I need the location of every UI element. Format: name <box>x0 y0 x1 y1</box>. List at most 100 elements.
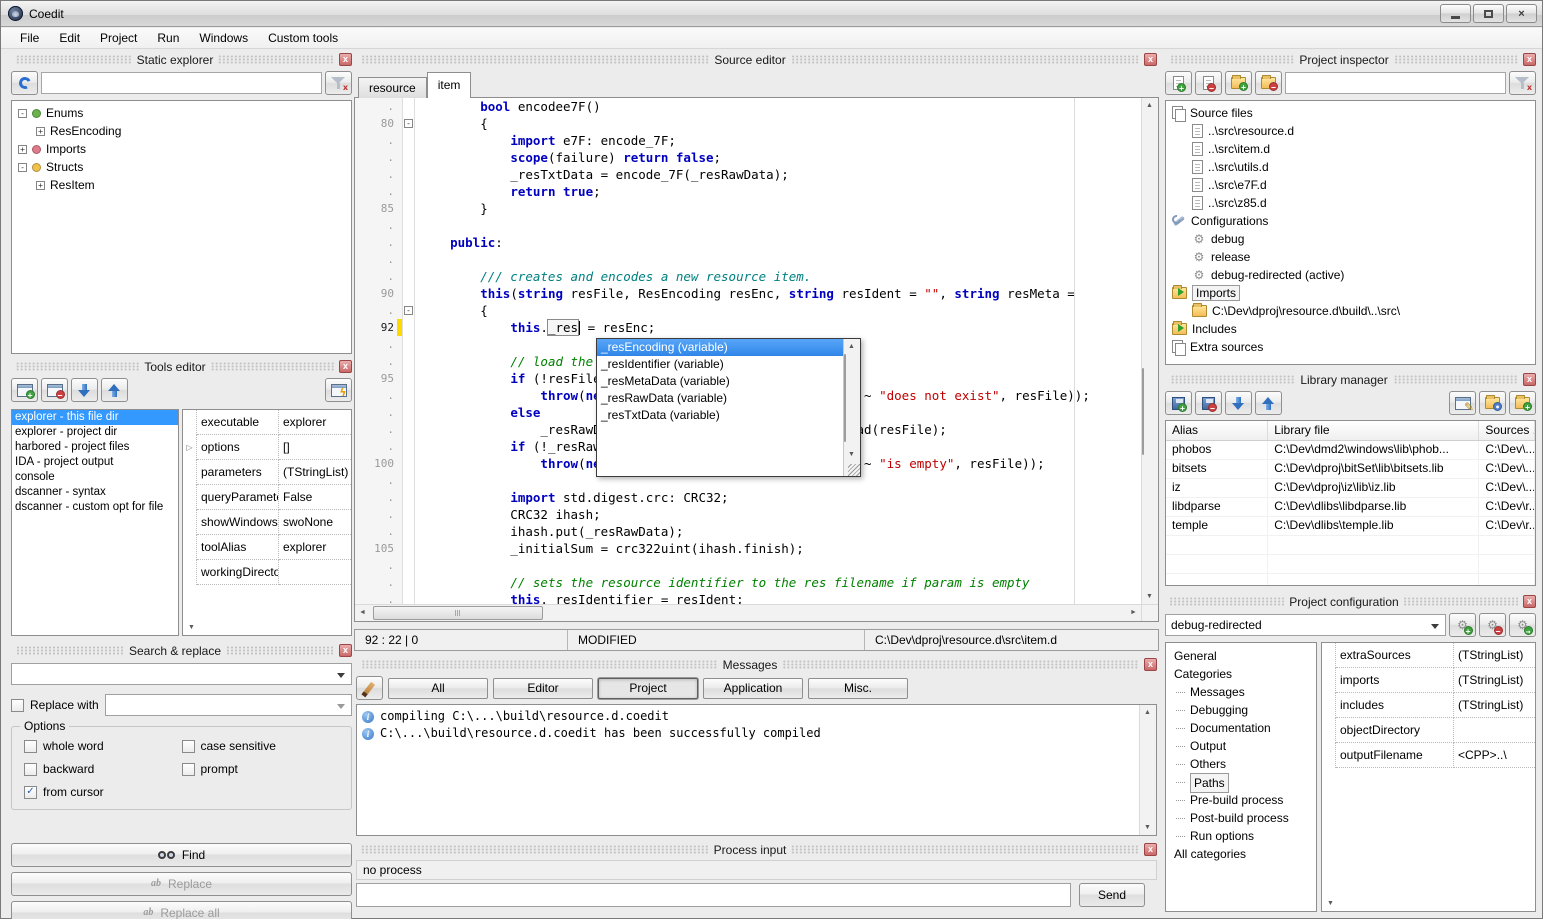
code-line[interactable]: 85 } <box>355 200 1141 217</box>
tool-item-explorer-project-dir[interactable]: explorer - project dir <box>12 425 178 440</box>
code-line[interactable]: . CRC32 ihash; <box>355 506 1141 523</box>
option-prompt[interactable]: prompt <box>182 762 340 776</box>
replace-button[interactable]: abReplace <box>11 872 352 896</box>
tool-item-dscanner-syntax[interactable]: dscanner - syntax <box>12 485 178 500</box>
filter-button-project[interactable]: Project <box>598 678 698 699</box>
send-button[interactable]: Send <box>1079 883 1145 907</box>
category-post-build-process[interactable]: Post-build process <box>1166 809 1316 827</box>
popup-scroll-thumb[interactable] <box>844 354 846 442</box>
checkbox-icon[interactable] <box>182 763 195 776</box>
code-line[interactable]: 105 _initialSum = crc322uint(ihash.finis… <box>355 540 1141 557</box>
replace-with-checkbox[interactable] <box>11 699 24 712</box>
property-row-parameters[interactable]: parameters(TStringList) <box>183 460 351 485</box>
close-panel-icon[interactable]: x <box>339 644 352 657</box>
tool-item-harbored-project-files[interactable]: harbored - project files <box>12 440 178 455</box>
code-line[interactable]: . public: <box>355 234 1141 251</box>
expand-icon[interactable]: + <box>36 127 45 136</box>
checkbox-icon[interactable] <box>24 740 37 753</box>
project-node-source-files[interactable]: Source files <box>1166 104 1535 122</box>
code-line[interactable]: 90 this(string resFile, ResEncoding resE… <box>355 285 1141 302</box>
library-from-folder-button[interactable]: + <box>1509 391 1536 415</box>
checkbox-icon[interactable] <box>182 740 195 753</box>
category-paths[interactable]: Paths <box>1166 773 1316 791</box>
replace-combo[interactable] <box>105 694 352 716</box>
find-button[interactable]: Find <box>11 843 352 867</box>
editor-vscrollbar[interactable]: ▲▼ <box>1141 98 1158 604</box>
fold-collapse-icon[interactable]: - <box>404 119 413 128</box>
menu-item-windows[interactable]: Windows <box>189 29 258 48</box>
add-file-button[interactable]: + <box>1165 71 1192 95</box>
messages-scrollbar[interactable]: ▲▼ <box>1139 705 1156 835</box>
category-all-categories[interactable]: All categories <box>1166 845 1316 863</box>
close-panel-icon[interactable]: x <box>1144 658 1157 671</box>
tab-resource[interactable]: resource <box>358 77 427 98</box>
close-panel-icon[interactable]: x <box>1523 595 1536 608</box>
tool-item-explorer-this-file-dir[interactable]: explorer - this file dir <box>12 410 178 425</box>
option-from-cursor[interactable]: ✓from cursor <box>24 785 182 799</box>
category-others[interactable]: Others <box>1166 755 1316 773</box>
code-line[interactable]: 80- { <box>355 115 1141 132</box>
filter-button-application[interactable]: Application <box>703 678 803 699</box>
tab-item[interactable]: item <box>427 72 472 98</box>
library-from-project-button[interactable]: • <box>1479 391 1506 415</box>
inspector-filter-input[interactable] <box>1285 72 1506 94</box>
project-node-release[interactable]: ⚙release <box>1166 248 1535 266</box>
property-row-showwindows[interactable]: showWindowsswoNone <box>183 510 351 535</box>
code-line[interactable]: . import std.digest.crc: CRC32; <box>355 489 1141 506</box>
property-row-options[interactable]: ▷options[] <box>183 435 351 460</box>
remove-tool-button[interactable]: − <box>41 378 68 402</box>
completion-item-residentifier-variable[interactable]: _resIdentifier (variable) <box>597 356 843 373</box>
category-categories[interactable]: Categories <box>1166 665 1316 683</box>
close-panel-icon[interactable]: x <box>339 53 352 66</box>
tree-item-resitem[interactable]: +ResItem <box>12 176 351 194</box>
menu-item-custom-tools[interactable]: Custom tools <box>258 29 348 48</box>
filter-button-all[interactable]: All <box>388 678 488 699</box>
column-header-alias[interactable]: Alias <box>1166 421 1268 440</box>
process-input-field[interactable] <box>356 883 1071 907</box>
edit-library-button[interactable]: ✎ <box>1449 391 1476 415</box>
project-node-imports[interactable]: Imports <box>1166 284 1535 302</box>
editor-hscrollbar[interactable]: ◄► <box>355 605 1141 621</box>
category-documentation[interactable]: Documentation <box>1166 719 1316 737</box>
symbol-filter-input[interactable] <box>41 72 322 94</box>
property-row-includes[interactable]: includes(TStringList) <box>1322 693 1535 718</box>
vscroll-thumb[interactable] <box>1142 368 1144 455</box>
code-line[interactable]: . _resTxtData = encode_7F(_resRawData); <box>355 166 1141 183</box>
completion-item-resencoding-variable[interactable]: _resEncoding (variable) <box>597 339 843 356</box>
expand-icon[interactable]: + <box>36 181 45 190</box>
code-line[interactable]: . <box>355 217 1141 234</box>
tree-item-imports[interactable]: +Imports <box>12 140 351 158</box>
remove-folder-button[interactable]: − <box>1255 71 1282 95</box>
close-button[interactable]: × <box>1506 4 1537 23</box>
move-up-button[interactable] <box>101 378 128 402</box>
table-row[interactable]: templeC:\Dev\dlibs\temple.libC:\Dev\r... <box>1166 517 1535 536</box>
table-row[interactable]: bitsetsC:\Dev\dproj\bitSet\lib\bitsets.l… <box>1166 460 1535 479</box>
move-down-button[interactable] <box>71 378 98 402</box>
project-node-src-z85-d[interactable]: ..\src\z85.d <box>1166 194 1535 212</box>
tree-item-enums[interactable]: -Enums <box>12 104 351 122</box>
tool-item-console[interactable]: console <box>12 470 178 485</box>
remove-config-button[interactable]: ⚙− <box>1479 613 1506 637</box>
code-line[interactable]: . scope(failure) return false; <box>355 149 1141 166</box>
property-row-executable[interactable]: executableexplorer <box>183 410 351 435</box>
refresh-button[interactable] <box>11 71 38 95</box>
property-row-workingdirectory[interactable]: workingDirectory <box>183 560 351 585</box>
run-tool-button[interactable]: ϟ <box>325 378 352 402</box>
category-debugging[interactable]: Debugging <box>1166 701 1316 719</box>
tree-item-structs[interactable]: -Structs <box>12 158 351 176</box>
option-case-sensitive[interactable]: case sensitive <box>182 739 340 753</box>
option-backward[interactable]: backward <box>24 762 182 776</box>
popup-scrollbar[interactable]: ▲ ▼ <box>843 339 860 476</box>
property-row-outputfilename[interactable]: outputFilename<CPP>..\ <box>1322 743 1535 768</box>
checkbox-checked-icon[interactable]: ✓ <box>24 786 37 799</box>
search-combo[interactable] <box>11 663 352 685</box>
table-row[interactable]: phobosC:\Dev\dmd2\windows\lib\phob...C:\… <box>1166 441 1535 460</box>
collapse-icon[interactable]: - <box>18 163 27 172</box>
property-row-toolalias[interactable]: toolAliasexplorer <box>183 535 351 560</box>
popup-resize-grip[interactable] <box>848 464 860 476</box>
menu-item-file[interactable]: File <box>10 29 49 48</box>
close-panel-icon[interactable]: x <box>1144 53 1157 66</box>
fold-collapse-icon[interactable]: - <box>404 306 413 315</box>
category-general[interactable]: General <box>1166 647 1316 665</box>
maximize-button[interactable] <box>1473 4 1504 23</box>
